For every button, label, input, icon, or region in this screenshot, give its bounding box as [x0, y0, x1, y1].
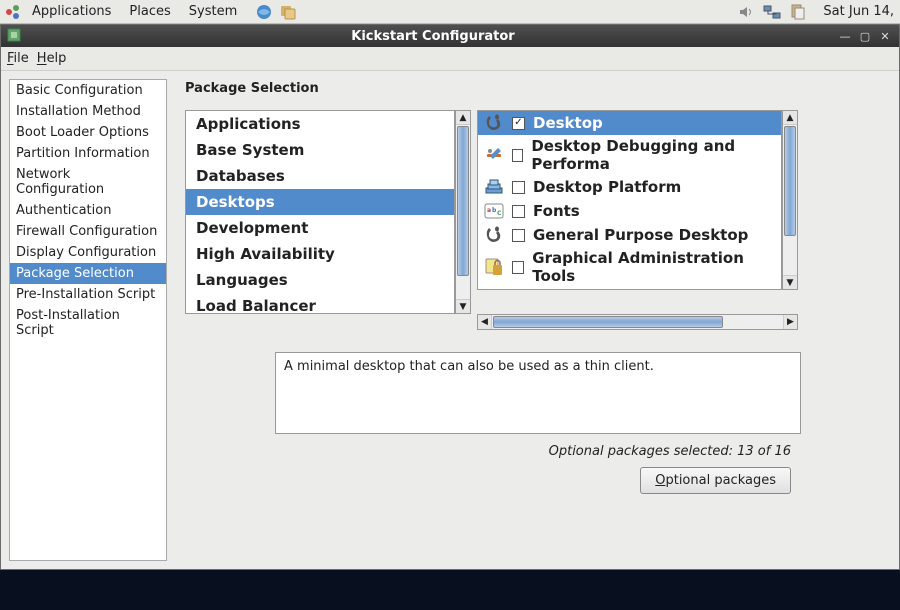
page-title: Package Selection [185, 81, 891, 96]
minimize-button[interactable]: — [837, 29, 853, 43]
scroll-down-icon[interactable]: ▼ [456, 299, 470, 313]
svg-text:C: C [497, 210, 502, 217]
window-title: Kickstart Configurator [29, 29, 837, 44]
package-checkbox[interactable] [512, 229, 525, 242]
abc-icon: abC [484, 201, 504, 221]
description-box: A minimal desktop that can also be used … [275, 352, 801, 434]
sidebar: Basic ConfigurationInstallation MethodBo… [9, 79, 167, 561]
sidebar-item[interactable]: Display Configuration [10, 242, 166, 263]
lock-icon [484, 257, 504, 277]
maximize-button[interactable]: ▢ [857, 29, 873, 43]
volume-icon[interactable] [737, 3, 755, 21]
package-item[interactable]: General Purpose Desktop [478, 223, 781, 247]
package-label: Desktop Platform [533, 178, 681, 196]
sidebar-item[interactable]: Firewall Configuration [10, 221, 166, 242]
sidebar-item[interactable]: Installation Method [10, 101, 166, 122]
category-item[interactable]: Desktops [186, 189, 454, 215]
scroll-up-icon[interactable]: ▲ [783, 111, 797, 125]
panel-menu-applications[interactable]: Applications [24, 2, 119, 21]
category-item[interactable]: Applications [186, 111, 454, 137]
package-checkbox[interactable] [512, 205, 525, 218]
package-label: General Purpose Desktop [533, 226, 748, 244]
sidebar-item[interactable]: Authentication [10, 200, 166, 221]
sidebar-item[interactable]: Network Configuration [10, 164, 166, 200]
scroll-up-icon[interactable]: ▲ [456, 111, 470, 125]
panel-menu-system[interactable]: System [181, 2, 245, 21]
package-label: Graphical Administration Tools [532, 249, 775, 285]
category-item[interactable]: Databases [186, 163, 454, 189]
package-checkbox[interactable] [512, 117, 525, 130]
sidebar-item[interactable]: Partition Information [10, 143, 166, 164]
sidebar-item[interactable]: Basic Configuration [10, 80, 166, 101]
close-button[interactable]: ✕ [877, 29, 893, 43]
sidebar-item[interactable]: Package Selection [10, 263, 166, 284]
package-scrollbar-v[interactable]: ▲ ▼ [782, 110, 798, 290]
browser-icon[interactable] [255, 3, 273, 21]
package-list[interactable]: Desktop Desktop Debugging and Performa Des… [477, 110, 782, 290]
panel-menu-places[interactable]: Places [121, 2, 178, 21]
menubar: File Help [1, 47, 899, 71]
package-item[interactable]: abC Fonts [478, 199, 781, 223]
category-item[interactable]: High Availability [186, 241, 454, 267]
scroll-down-icon[interactable]: ▼ [783, 275, 797, 289]
category-list[interactable]: ApplicationsBase SystemDatabasesDesktops… [185, 110, 455, 314]
foot-icon [484, 113, 504, 133]
category-scrollbar[interactable]: ▲ ▼ [455, 110, 471, 314]
sidebar-item[interactable]: Pre-Installation Script [10, 284, 166, 305]
stack-icon [484, 177, 504, 197]
distro-icon [4, 3, 22, 21]
optional-packages-button[interactable]: Optional packages [640, 467, 791, 494]
package-checkbox[interactable] [512, 149, 523, 162]
package-item[interactable]: Input Methods [478, 287, 781, 290]
category-item[interactable]: Languages [186, 267, 454, 293]
category-item[interactable]: Base System [186, 137, 454, 163]
scroll-right-icon[interactable]: ▶ [783, 315, 797, 329]
titlebar: Kickstart Configurator — ▢ ✕ [1, 25, 899, 47]
clipboard-icon[interactable] [789, 3, 807, 21]
package-item[interactable]: Desktop Platform [478, 175, 781, 199]
package-scrollbar-h[interactable]: ◀ ▶ [477, 314, 798, 330]
package-item[interactable]: Desktop [478, 111, 781, 135]
system-panel: Applications Places System Sat Jun 14, [0, 0, 900, 24]
package-item[interactable]: Graphical Administration Tools [478, 247, 781, 287]
scroll-left-icon[interactable]: ◀ [478, 315, 492, 329]
package-item[interactable]: Desktop Debugging and Performa [478, 135, 781, 175]
svg-text:a: a [487, 207, 491, 214]
keyb-icon [484, 289, 504, 290]
sidebar-item[interactable]: Post-Installation Script [10, 305, 166, 341]
category-item[interactable]: Development [186, 215, 454, 241]
sidebar-item[interactable]: Boot Loader Options [10, 122, 166, 143]
files-icon[interactable] [279, 3, 297, 21]
package-label: Desktop [533, 114, 603, 132]
app-icon [7, 28, 23, 44]
optional-count-label: Optional packages selected: 13 of 16 [185, 444, 891, 459]
network-icon[interactable] [763, 3, 781, 21]
foot-icon [484, 225, 504, 245]
app-window: Kickstart Configurator — ▢ ✕ File Help B… [0, 24, 900, 570]
menu-help[interactable]: Help [37, 51, 67, 66]
package-label: Fonts [533, 202, 580, 220]
category-item[interactable]: Load Balancer [186, 293, 454, 314]
package-checkbox[interactable] [512, 261, 524, 274]
panel-clock[interactable]: Sat Jun 14, [815, 2, 894, 21]
tools-icon [484, 145, 504, 165]
menu-file[interactable]: File [7, 51, 29, 66]
package-checkbox[interactable] [512, 181, 525, 194]
package-label: Desktop Debugging and Performa [531, 137, 775, 173]
